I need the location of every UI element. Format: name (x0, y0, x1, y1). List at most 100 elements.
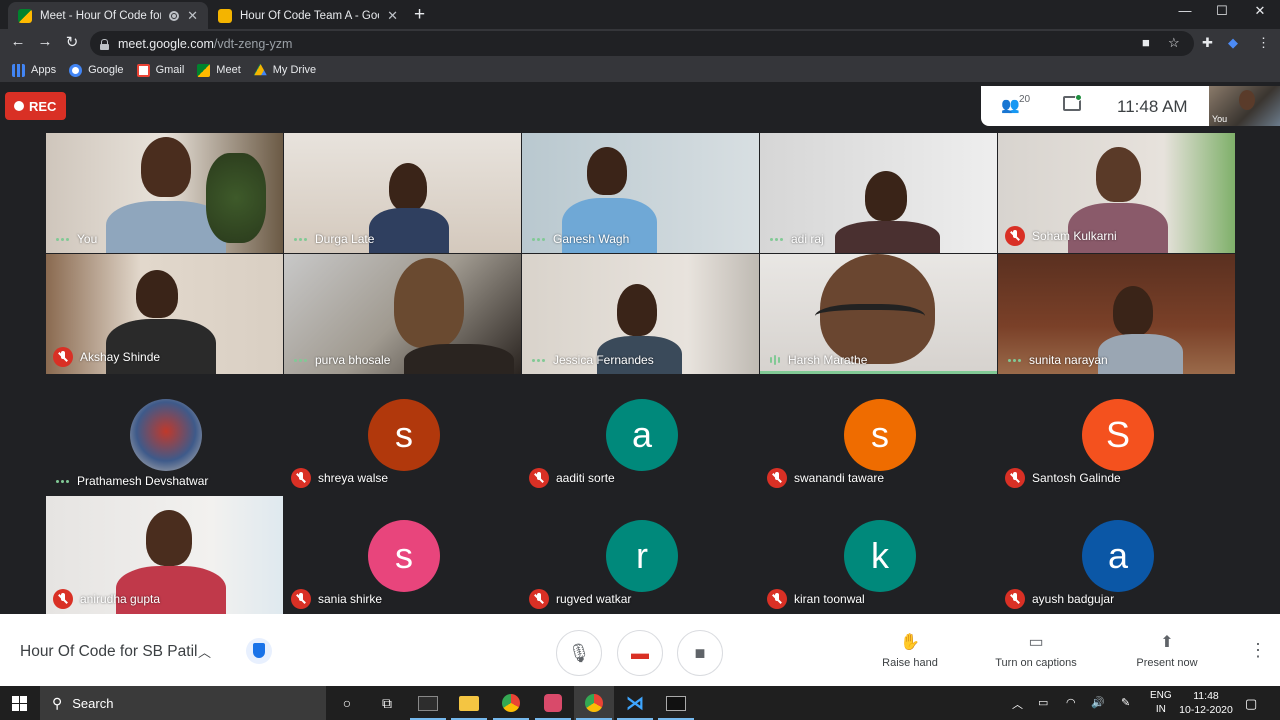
mic-off-icon (1005, 226, 1025, 246)
close-tab-icon[interactable]: ✕ (187, 8, 198, 24)
participant-tile[interactable]: adi raj (760, 133, 997, 253)
tab-title: Hour Of Code Team A - Google S (240, 9, 379, 22)
chevron-up-icon[interactable]: ︿ (198, 642, 211, 661)
participant-tile[interactable]: purva bhosale (284, 254, 521, 374)
chrome-profile-icon[interactable] (491, 686, 531, 720)
new-tab-button[interactable]: + (414, 4, 425, 26)
bookmark-star-icon[interactable]: ☆ (1168, 35, 1180, 51)
avatar: k (844, 520, 916, 592)
tab-slides[interactable]: Hour Of Code Team A - Google S ✕ (208, 2, 408, 29)
avatar: a (606, 399, 678, 471)
windows-taskbar: ⚲ Search ○ ⧉ ⋊ ︿ ▭ ◠ 🔊 ✎ ENG IN 11:48 10-1… (0, 686, 1280, 720)
camera-in-use-icon[interactable]: ■ (1142, 35, 1150, 50)
participant-tile[interactable]: S Santosh Galinde (998, 375, 1235, 495)
meet-icon (18, 8, 32, 23)
taskbar-search[interactable]: ⚲ Search (40, 686, 326, 720)
vscode-icon[interactable]: ⋊ (615, 686, 655, 720)
bookmark-drive[interactable]: My Drive (253, 63, 317, 77)
leave-call-button[interactable]: ▬ (617, 630, 663, 676)
meeting-title[interactable]: Hour Of Code for SB Patil (20, 643, 197, 661)
cmd-icon[interactable] (656, 686, 696, 720)
people-icon[interactable]: 👥 (1001, 96, 1020, 114)
close-tab-icon[interactable]: ✕ (387, 8, 398, 24)
minimize-icon[interactable]: — (1170, 3, 1200, 18)
recording-badge: REC (5, 92, 66, 120)
raise-hand-label: Raise hand (882, 657, 938, 669)
bookmark-apps[interactable]: Apps (12, 63, 56, 77)
participant-tile[interactable]: s sania shirke (284, 496, 521, 616)
mic-off-icon (291, 468, 311, 488)
host-controls-shield-icon[interactable] (246, 638, 272, 664)
participant-tile[interactable]: r rugved watkar (522, 496, 759, 616)
windows-start-icon[interactable] (12, 696, 27, 711)
captions-button[interactable]: ▭ Turn on captions (981, 632, 1091, 669)
participant-tile[interactable]: sunita narayan (998, 254, 1235, 374)
present-label: Present now (1136, 657, 1198, 669)
participant-tile[interactable]: anirudha gupta (46, 496, 283, 616)
search-label: Search (72, 695, 114, 711)
participant-tile[interactable]: s shreya walse (284, 375, 521, 495)
raise-hand-button[interactable]: ✋ Raise hand (855, 632, 965, 669)
back-icon[interactable]: ← (8, 33, 28, 50)
wifi-icon[interactable]: ◠ (1066, 696, 1076, 709)
mic-off-icon (767, 589, 787, 609)
participant-tile[interactable]: a aaditi sorte (522, 375, 759, 495)
participant-tile[interactable]: k kiran toonwal (760, 496, 997, 616)
participant-name: Harsh Marathe (760, 353, 867, 367)
participant-grid: You Durga Late Ganesh Wagh adi raj Soham… (46, 133, 1235, 616)
pen-icon[interactable]: ✎ (1121, 696, 1130, 709)
participant-tile[interactable]: a ayush badgujar (998, 496, 1235, 616)
menu-kebab-icon[interactable]: ⋮ (1257, 35, 1270, 51)
chrome-icon[interactable] (574, 686, 614, 720)
mic-off-icon (53, 347, 73, 367)
participant-name: Ganesh Wagh (522, 232, 629, 246)
battery-icon[interactable]: ▭ (1038, 696, 1048, 709)
gmail-icon (136, 63, 150, 77)
participant-name: sunita narayan (998, 353, 1108, 367)
task-view-icon[interactable]: ⧉ (367, 686, 407, 720)
forward-icon[interactable]: → (35, 33, 55, 50)
self-view-thumbnail[interactable]: You (1209, 86, 1280, 126)
participant-tile[interactable]: Harsh Marathe (760, 254, 997, 374)
tab-meet[interactable]: Meet - Hour Of Code for SB ✕ (8, 2, 208, 29)
bookmark-meet[interactable]: Meet (197, 63, 241, 77)
address-bar[interactable]: meet.google.com/vdt-zeng-yzm (90, 31, 1194, 56)
participant-name: shreya walse (284, 468, 388, 488)
participant-tile[interactable]: You (46, 133, 283, 253)
more-options-icon[interactable]: ⋮ (1249, 640, 1267, 661)
file-explorer-icon[interactable] (449, 686, 489, 720)
lock-icon (100, 38, 109, 50)
participant-tile[interactable]: Durga Late (284, 133, 521, 253)
bookmark-google[interactable]: Google (69, 63, 124, 77)
url-host: meet.google.com (118, 36, 214, 51)
extensions-icon[interactable]: ✚ (1202, 35, 1213, 51)
maximize-icon[interactable]: ☐ (1207, 3, 1237, 19)
tray-expand-icon[interactable]: ︿ (1012, 696, 1023, 712)
terminal-app-icon[interactable] (408, 686, 448, 720)
bookmark-gmail[interactable]: Gmail (136, 63, 184, 77)
extension-diamond-icon[interactable]: ◆ (1228, 35, 1238, 51)
participant-tile[interactable]: Akshay Shinde (46, 254, 283, 374)
microphone-button[interactable]: 🎙 (556, 630, 602, 676)
present-now-button[interactable]: ⬆ Present now (1112, 632, 1222, 669)
notifications-icon[interactable]: ▢ (1245, 696, 1257, 712)
participant-tile[interactable]: Prathamesh Devshatwar (46, 375, 283, 495)
camera-button[interactable]: ■ (677, 630, 723, 676)
participant-tile[interactable]: Ganesh Wagh (522, 133, 759, 253)
cortana-icon[interactable]: ○ (327, 686, 367, 720)
meet-stage: REC 👥 20 11:48 AM You You Durga Late Gan… (0, 86, 1280, 616)
language-indicator[interactable]: ENG IN (1150, 689, 1172, 717)
app-badge-icon[interactable] (533, 686, 573, 720)
bookmark-label: My Drive (272, 64, 317, 76)
mic-off-icon (291, 589, 311, 609)
meeting-info-panel: 👥 20 11:48 AM (981, 86, 1209, 126)
reload-icon[interactable]: ↻ (62, 33, 82, 51)
taskbar-clock[interactable]: 11:48 10-12-2020 (1176, 689, 1236, 717)
participant-tile[interactable]: Jessica Fernandes (522, 254, 759, 374)
volume-icon[interactable]: 🔊 (1091, 696, 1105, 709)
participant-tile[interactable]: Soham Kulkarni (998, 133, 1235, 253)
close-window-icon[interactable]: ✕ (1245, 3, 1275, 19)
mic-off-icon (529, 589, 549, 609)
camera-icon: ■ (694, 642, 706, 663)
participant-tile[interactable]: s swanandi taware (760, 375, 997, 495)
